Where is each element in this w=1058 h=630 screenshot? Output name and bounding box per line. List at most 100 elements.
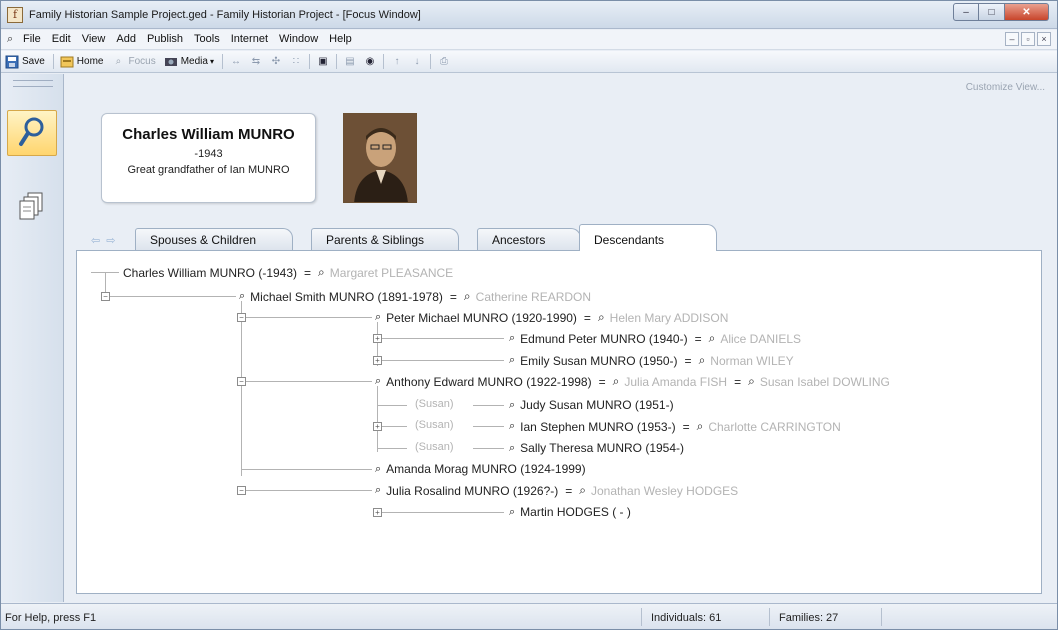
tab-spouses-children[interactable]: Spouses & Children [135, 228, 293, 250]
sidebar-grip[interactable] [13, 80, 53, 87]
menu-internet[interactable]: Internet [231, 33, 268, 45]
person-name[interactable]: Martin HODGES ( - ) [520, 505, 631, 519]
person-name[interactable]: Julia Rosalind MUNRO (1926?-) [386, 484, 558, 498]
screen-icon[interactable]: ▣ [316, 55, 330, 69]
spouse-name[interactable]: Catherine REARDON [476, 290, 591, 304]
focus-link-icon[interactable]: ⌕ [697, 419, 704, 434]
expand-toggle[interactable]: + [373, 508, 382, 517]
focus-link-icon[interactable]: ⌕ [699, 353, 706, 368]
collapse-toggle[interactable]: − [237, 377, 246, 386]
person-name[interactable]: Michael Smith MUNRO (1891-1978) [250, 290, 443, 304]
expand-toggle[interactable]: + [373, 356, 382, 365]
back-arrow-icon[interactable]: ⇦ [91, 234, 100, 247]
menu-window[interactable]: Window [279, 33, 318, 45]
focus-view-button[interactable] [7, 110, 57, 156]
focus-link-icon[interactable]: ⌕ [509, 399, 515, 412]
tree-narrow-icon[interactable]: ⇆ [249, 55, 263, 69]
focus-link-icon[interactable]: ⌕ [509, 420, 515, 433]
collapse-icon[interactable]: ∷ [289, 55, 303, 69]
records-view-button[interactable] [7, 184, 57, 230]
focus-link-icon[interactable]: ⌕ [509, 442, 515, 455]
customize-view-link[interactable]: Customize View... [966, 82, 1045, 93]
collapse-toggle[interactable]: − [237, 313, 246, 322]
spouse-name[interactable]: Norman WILEY [710, 354, 793, 368]
mdi-minimize-button[interactable]: – [1005, 32, 1019, 46]
focus-person-card[interactable]: Charles William MUNRO -1943 Great grandf… [101, 113, 316, 203]
maximize-button[interactable]: □ [979, 3, 1005, 21]
tree-node-great-grandchild[interactable]: ⌕ Judy Susan MUNRO (1951-) [509, 398, 674, 412]
focus-link-icon[interactable]: ⌕ [579, 483, 586, 498]
person-name[interactable]: Edmund Peter MUNRO (1940-) [520, 332, 687, 346]
person-name[interactable]: Ian Stephen MUNRO (1953-) [520, 420, 675, 434]
tree-node-grandchild[interactable]: ⌕ Julia Rosalind MUNRO (1926?-) = ⌕ Jona… [375, 483, 738, 498]
tree-wide-icon[interactable]: ↔ [229, 55, 243, 69]
title-bar[interactable]: f Family Historian Sample Project.ged - … [1, 1, 1057, 29]
expand-toggle[interactable]: + [373, 422, 382, 431]
spouse-name[interactable]: Charlotte CARRINGTON [708, 420, 840, 434]
minimize-button[interactable]: – [953, 3, 979, 21]
menu-publish[interactable]: Publish [147, 33, 183, 45]
collapse-toggle[interactable]: − [101, 292, 110, 301]
spouse-name[interactable]: Susan Isabel DOWLING [760, 375, 890, 389]
tree-node-great-grandchild[interactable]: ⌕ Martin HODGES ( - ) [509, 505, 631, 519]
tree-node-great-grandchild[interactable]: ⌕ Edmund Peter MUNRO (1940-) = ⌕ Alice D… [509, 331, 801, 346]
focus-button[interactable]: ⌕ Focus [111, 55, 156, 69]
tree-node-root[interactable]: Charles William MUNRO (-1943) = ⌕ Margar… [123, 265, 453, 280]
focus-link-icon[interactable]: ⌕ [375, 375, 381, 388]
forward-arrow-icon[interactable]: ⇨ [106, 234, 115, 247]
home-button[interactable]: Home [60, 55, 103, 69]
focus-link-icon[interactable]: ⌕ [375, 311, 381, 324]
media-button[interactable]: Media ▾ [164, 55, 214, 69]
focus-link-icon[interactable]: ⌕ [613, 374, 620, 389]
focus-link-icon[interactable]: ⌕ [748, 374, 755, 389]
down-arrow-icon[interactable]: ↓ [410, 55, 424, 69]
menu-view[interactable]: View [82, 33, 106, 45]
focus-link-icon[interactable]: ⌕ [318, 265, 325, 280]
person-name[interactable]: Amanda Morag MUNRO (1924-1999) [386, 462, 585, 476]
close-button[interactable]: ✕ [1005, 3, 1049, 21]
focus-link-icon[interactable]: ⌕ [509, 354, 515, 367]
tree-node-grandchild[interactable]: ⌕ Amanda Morag MUNRO (1924-1999) [375, 462, 586, 476]
focus-link-icon[interactable]: ⌕ [709, 331, 716, 346]
properties-icon[interactable]: ▤ [343, 55, 357, 69]
spouse-name[interactable]: Julia Amanda FISH [624, 375, 727, 389]
spouse-name[interactable]: Jonathan Wesley HODGES [591, 484, 738, 498]
app-icon[interactable]: f [7, 7, 23, 23]
menu-edit[interactable]: Edit [52, 33, 71, 45]
person-name[interactable]: Emily Susan MUNRO (1950-) [520, 354, 677, 368]
collapse-toggle[interactable]: − [237, 486, 246, 495]
spouse-name[interactable]: Helen Mary ADDISON [610, 311, 729, 325]
menu-tools[interactable]: Tools [194, 33, 220, 45]
mdi-restore-button[interactable]: ▫ [1021, 32, 1035, 46]
spouse-name[interactable]: Alice DANIELS [720, 332, 801, 346]
person-name[interactable]: Sally Theresa MUNRO (1954-) [520, 441, 684, 455]
spouse-name[interactable]: Margaret PLEASANCE [330, 266, 453, 280]
focus-link-icon[interactable]: ⌕ [375, 463, 381, 476]
expand-icon[interactable]: ✣ [269, 55, 283, 69]
up-arrow-icon[interactable]: ↑ [390, 55, 404, 69]
tab-parents-siblings[interactable]: Parents & Siblings [311, 228, 459, 250]
focus-link-icon[interactable]: ⌕ [464, 289, 471, 304]
tree-node-child[interactable]: ⌕ Michael Smith MUNRO (1891-1978) = ⌕ Ca… [239, 289, 591, 304]
focus-link-icon[interactable]: ⌕ [509, 506, 515, 519]
tree-node-grandchild[interactable]: ⌕ Anthony Edward MUNRO (1922-1998) = ⌕ J… [375, 374, 890, 389]
menu-file[interactable]: File [23, 33, 41, 45]
menu-help[interactable]: Help [329, 33, 352, 45]
save-button[interactable]: Save [5, 55, 45, 69]
tree-node-great-grandchild[interactable]: ⌕ Sally Theresa MUNRO (1954-) [509, 441, 684, 455]
print-icon[interactable]: ⎙ [437, 55, 451, 69]
tree-node-great-grandchild[interactable]: ⌕ Ian Stephen MUNRO (1953-) = ⌕ Charlott… [509, 419, 841, 434]
menu-add[interactable]: Add [116, 33, 136, 45]
tree-node-great-grandchild[interactable]: ⌕ Emily Susan MUNRO (1950-) = ⌕ Norman W… [509, 353, 794, 368]
person-name[interactable]: Judy Susan MUNRO (1951-) [520, 398, 673, 412]
tree-node-grandchild[interactable]: ⌕ Peter Michael MUNRO (1920-1990) = ⌕ He… [375, 310, 728, 325]
focus-link-icon[interactable]: ⌕ [509, 332, 515, 345]
tab-descendants[interactable]: Descendants [579, 224, 717, 251]
person-photo[interactable] [343, 113, 417, 203]
focus-link-icon[interactable]: ⌕ [375, 484, 381, 497]
focus-doc-icon[interactable]: ⌕ [7, 33, 13, 46]
person-name[interactable]: Charles William MUNRO (-1943) [123, 266, 297, 280]
tab-ancestors[interactable]: Ancestors [477, 228, 581, 250]
expand-toggle[interactable]: + [373, 334, 382, 343]
focus-link-icon[interactable]: ⌕ [239, 290, 245, 303]
